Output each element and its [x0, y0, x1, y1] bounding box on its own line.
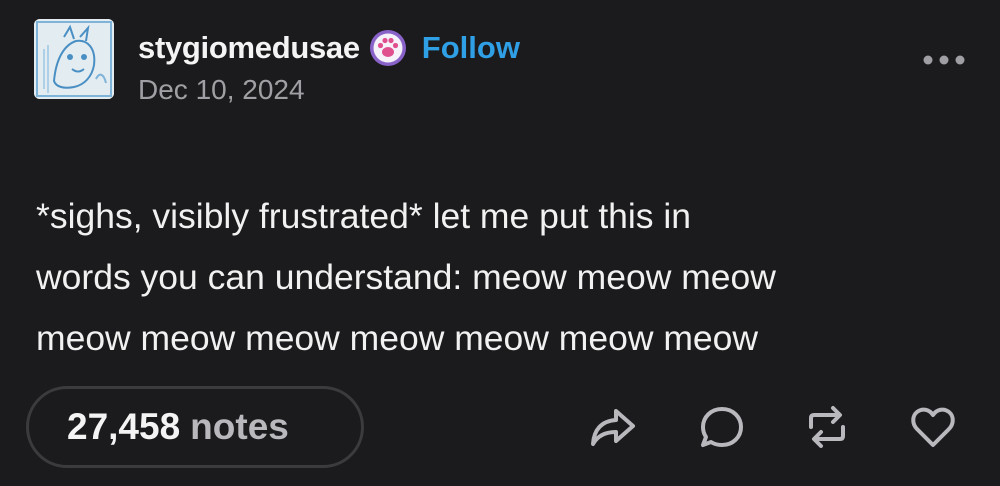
post-body-line: meow meow meow meow meow meow meow	[36, 318, 759, 358]
post-body: *sighs, visibly frustrated* let me put t…	[36, 186, 976, 369]
reply-icon	[701, 407, 743, 447]
share-button[interactable]	[588, 402, 638, 452]
reblog-icon	[809, 406, 845, 448]
paw-badge-icon	[369, 30, 406, 66]
author-row: stygiomedusae Follow	[138, 26, 520, 70]
notes-count: 27,458	[67, 406, 181, 447]
post-card: stygiomedusae Follow Dec 10, 2024 *sighs…	[0, 0, 1000, 486]
avatar[interactable]	[34, 19, 114, 99]
post-header: stygiomedusae Follow Dec 10, 2024	[138, 26, 520, 106]
post-date: Dec 10, 2024	[138, 74, 305, 105]
post-body-line: words you can understand: meow meow meow	[36, 257, 776, 297]
more-dots-icon[interactable]	[918, 48, 970, 72]
reply-button[interactable]	[697, 402, 747, 452]
like-button[interactable]	[908, 402, 958, 452]
avatar-image	[34, 19, 114, 99]
notes-label: notes	[190, 406, 289, 447]
post-body-line: *sighs, visibly frustrated* let me put t…	[36, 196, 692, 236]
notes-button[interactable]: 27,458 notes	[26, 386, 364, 468]
author-username[interactable]: stygiomedusae	[138, 30, 360, 66]
reblog-button[interactable]	[802, 402, 852, 452]
like-icon	[911, 407, 955, 447]
share-icon	[591, 409, 635, 446]
follow-button[interactable]: Follow	[422, 30, 520, 66]
